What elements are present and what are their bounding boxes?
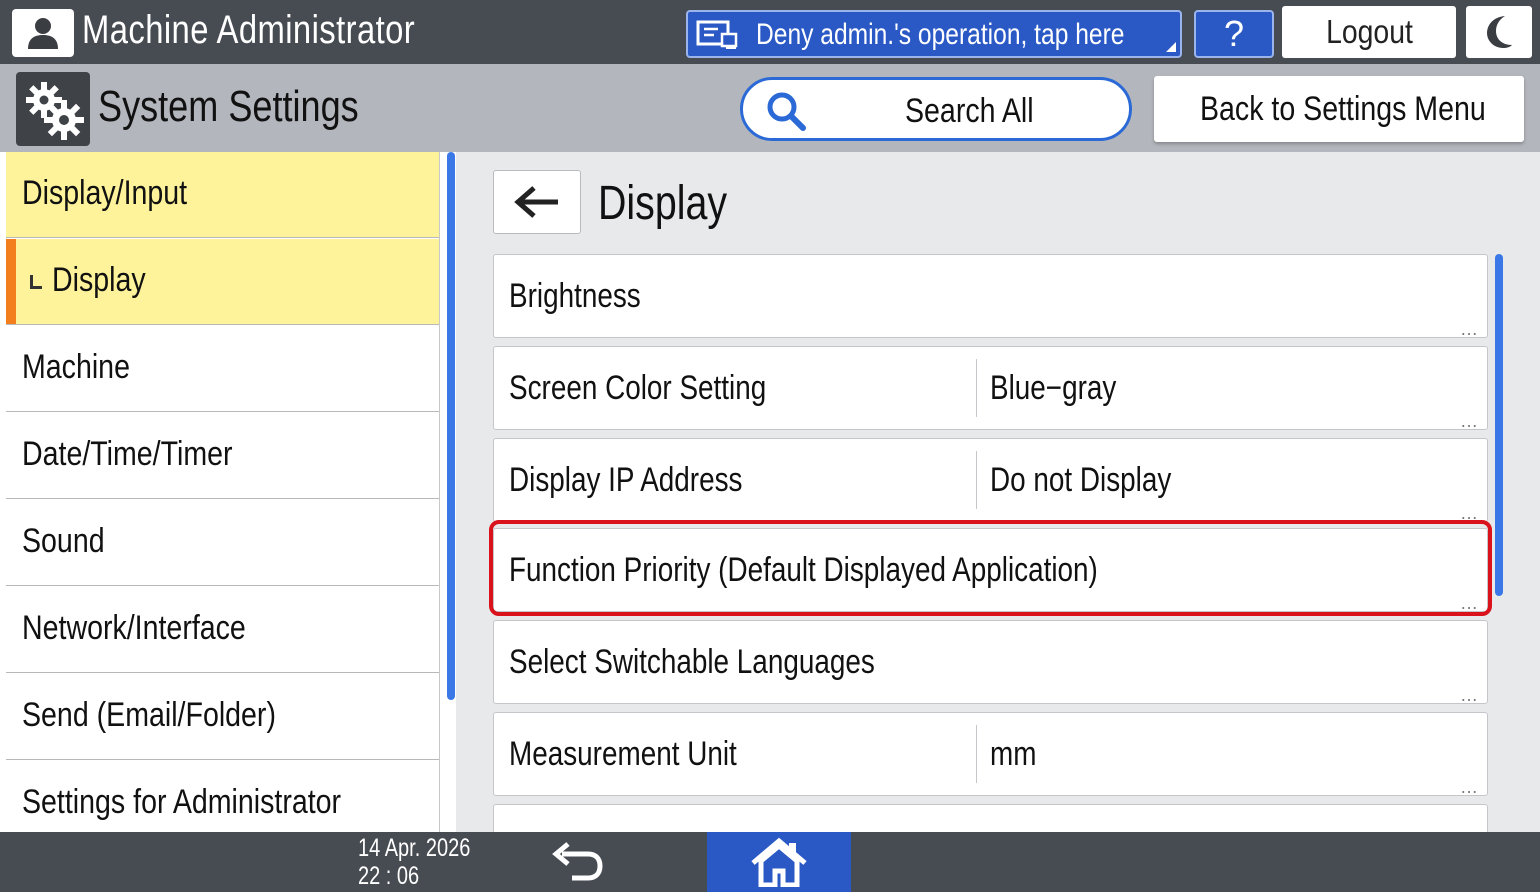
sidebar-item-network-interface[interactable]: Network/Interface bbox=[6, 587, 439, 673]
back-history-button[interactable] bbox=[540, 838, 612, 886]
sidebar-item-label: Network/Interface bbox=[22, 609, 246, 647]
more-options-icon: … bbox=[1460, 503, 1479, 523]
sidebar-item-label: Settings for Administrator bbox=[22, 783, 342, 821]
sidebar-item-display[interactable]: Display bbox=[6, 239, 439, 325]
section-title: System Settings bbox=[98, 82, 359, 131]
sidebar-item-send-email-folder[interactable]: Send (Email/Folder) bbox=[6, 674, 439, 760]
arrow-left-icon bbox=[514, 186, 558, 218]
user-title: Machine Administrator bbox=[82, 8, 416, 52]
sidebar-item-label: Display bbox=[52, 261, 146, 299]
more-options-icon: … bbox=[1460, 319, 1479, 339]
sidebar-item-sound[interactable]: Sound bbox=[6, 500, 439, 586]
moon-icon bbox=[1487, 16, 1512, 48]
setting-row-function-priority[interactable]: Function Priority (Default Displayed App… bbox=[493, 528, 1488, 612]
setting-row-partial[interactable] bbox=[493, 804, 1488, 832]
user-icon bbox=[12, 9, 74, 57]
deny-admin-operation-button[interactable]: Deny admin.'s operation, tap here bbox=[686, 10, 1182, 58]
sidebar-item-label: Display/Input bbox=[22, 174, 188, 212]
page-title: Display bbox=[598, 177, 728, 230]
sidebar-item-settings-for-administrator[interactable]: Settings for Administrator bbox=[6, 761, 439, 832]
setting-row-screen-color-setting[interactable]: Screen Color Setting Blue−gray … bbox=[493, 346, 1488, 430]
setting-row-select-switchable-languages[interactable]: Select Switchable Languages … bbox=[493, 620, 1488, 704]
status-date: 14 Apr. 2026 bbox=[358, 834, 471, 862]
setting-row-display-ip-address[interactable]: Display IP Address Do not Display … bbox=[493, 438, 1488, 522]
sidebar-item-label: Machine bbox=[22, 348, 130, 386]
row-separator bbox=[976, 451, 977, 509]
back-to-settings-menu-label: Back to Settings Menu bbox=[1200, 90, 1486, 128]
more-options-icon: … bbox=[1460, 411, 1479, 431]
setting-label: Screen Color Setting bbox=[509, 369, 767, 407]
setting-label: Function Priority (Default Displayed App… bbox=[509, 551, 1098, 589]
settings-scrollbar[interactable] bbox=[1495, 254, 1503, 596]
setting-label: Select Switchable Languages bbox=[509, 643, 875, 681]
row-separator bbox=[976, 725, 977, 783]
search-all-button[interactable]: Search All bbox=[740, 77, 1132, 141]
home-button[interactable] bbox=[707, 832, 851, 892]
energy-saver-button[interactable] bbox=[1466, 6, 1532, 58]
back-button[interactable] bbox=[493, 170, 581, 234]
settings-category-list: Display/Input Display Machine Date/Time/… bbox=[0, 152, 446, 832]
setting-value: Blue−gray bbox=[990, 369, 1117, 407]
sidebar-item-label: Sound bbox=[22, 522, 105, 560]
deny-admin-operation-label: Deny admin.'s operation, tap here bbox=[756, 18, 1125, 51]
sidebar-item-label: Send (Email/Folder) bbox=[22, 696, 276, 734]
more-options-icon: … bbox=[1460, 685, 1479, 705]
search-all-label: Search All bbox=[905, 92, 1034, 130]
setting-value: Do not Display bbox=[990, 461, 1172, 499]
sidebar-item-display-input[interactable]: Display/Input bbox=[6, 152, 439, 238]
undo-icon bbox=[552, 842, 603, 881]
active-marker bbox=[6, 239, 16, 324]
settings-header: System Settings Search All Back to Setti… bbox=[0, 64, 1540, 152]
settings-detail-panel: Display Brightness … Screen Color Settin… bbox=[456, 152, 1540, 832]
help-button[interactable]: ? bbox=[1194, 10, 1274, 58]
logout-label: Logout bbox=[1325, 13, 1413, 50]
setting-row-measurement-unit[interactable]: Measurement Unit mm … bbox=[493, 712, 1488, 796]
top-bar: Machine Administrator Deny admin.'s oper… bbox=[0, 0, 1540, 64]
setting-row-brightness[interactable]: Brightness … bbox=[493, 254, 1488, 338]
back-to-settings-menu-button[interactable]: Back to Settings Menu bbox=[1154, 76, 1524, 142]
more-options-icon: … bbox=[1460, 777, 1479, 797]
sidebar-item-machine[interactable]: Machine bbox=[6, 326, 439, 412]
search-icon bbox=[767, 92, 806, 131]
setting-label: Display IP Address bbox=[509, 461, 743, 499]
remote-operation-icon bbox=[696, 20, 740, 50]
more-options-icon: … bbox=[1460, 593, 1479, 613]
sidebar-item-date-time-timer[interactable]: Date/Time/Timer bbox=[6, 413, 439, 499]
home-icon bbox=[751, 837, 807, 887]
sidebar-item-label: Date/Time/Timer bbox=[22, 435, 233, 473]
system-settings-icon bbox=[16, 72, 90, 146]
row-separator bbox=[976, 359, 977, 417]
setting-value: mm bbox=[990, 735, 1037, 773]
logout-button[interactable]: Logout bbox=[1282, 6, 1456, 58]
setting-label: Measurement Unit bbox=[509, 735, 737, 773]
status-time: 22 : 06 bbox=[358, 862, 420, 890]
gear-icon bbox=[26, 82, 84, 140]
sub-item-elbow-icon bbox=[30, 275, 42, 289]
nav-divider bbox=[439, 152, 440, 832]
dropdown-corner-icon bbox=[1166, 42, 1176, 52]
status-bar: 14 Apr. 2026 22 : 06 bbox=[0, 832, 1540, 892]
sidebar-scrollbar[interactable] bbox=[447, 152, 455, 700]
setting-label: Brightness bbox=[509, 277, 641, 315]
